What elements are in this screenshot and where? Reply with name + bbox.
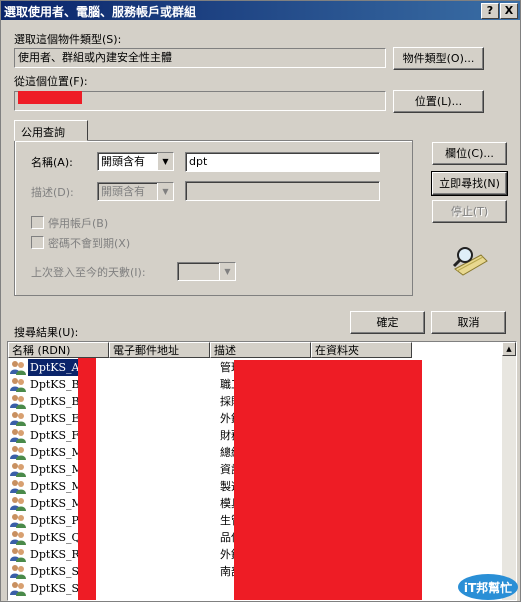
ok-button[interactable]: 確定 (350, 311, 425, 334)
user-group-icon (10, 412, 26, 426)
name-mode-value: 開頭含有 (101, 155, 145, 168)
redaction-block (78, 358, 96, 600)
user-group-icon (10, 446, 26, 460)
location-label: 從這個位置(F): (14, 75, 88, 88)
name-input[interactable]: dpt (185, 152, 380, 172)
title-bar: 選取使用者、電腦、服務帳戶或群組 ? X (1, 1, 520, 20)
column-header-description[interactable]: 描述 (210, 342, 311, 358)
close-button[interactable]: X (500, 3, 518, 19)
user-group-icon (10, 548, 26, 562)
chevron-down-icon[interactable]: ▼ (219, 263, 235, 280)
watermark-logo: iT邦幫忙 (458, 574, 518, 600)
non-expiring-password-label: 密碼不會到期(X) (48, 237, 131, 250)
name-label: 名稱(A): (31, 156, 73, 169)
description-input[interactable] (185, 181, 380, 201)
find-now-button[interactable]: 立即尋找(N) (431, 171, 508, 196)
column-header-email[interactable]: 電子郵件地址 (109, 342, 210, 358)
column-header-name[interactable]: 名稱 (RDN) (8, 342, 109, 358)
window-title: 選取使用者、電腦、服務帳戶或群組 (4, 5, 197, 19)
chevron-down-icon[interactable]: ▼ (157, 153, 173, 170)
user-group-icon (10, 480, 26, 494)
tab-common-queries[interactable]: 公用查詢 (14, 120, 88, 141)
user-group-icon (10, 378, 26, 392)
cancel-button[interactable]: 取消 (431, 311, 506, 334)
days-since-logon-select[interactable]: ▼ (177, 262, 236, 281)
disabled-accounts-checkbox[interactable] (31, 216, 44, 229)
days-since-logon-label: 上次登入至今的天數(I): (31, 266, 146, 279)
svg-text:iT邦幫忙: iT邦幫忙 (464, 580, 512, 595)
user-group-icon (10, 429, 26, 443)
object-type-label: 選取這個物件類型(S): (14, 33, 122, 46)
vertical-scrollbar[interactable]: ▲ (502, 342, 516, 600)
search-results-list: 名稱 (RDN) 電子郵件地址 描述 在資料夾 DptKS_Ad 管理 DptKS_… (7, 341, 517, 601)
help-button[interactable]: ? (481, 3, 499, 19)
user-group-icon (10, 531, 26, 545)
search-magnifier-icon (452, 247, 488, 276)
chevron-down-icon[interactable]: ▼ (157, 183, 173, 200)
user-group-icon (10, 395, 26, 409)
stop-button[interactable]: 停止(T) (432, 200, 507, 223)
scroll-up-arrow-icon[interactable]: ▲ (502, 342, 516, 356)
column-header-folder[interactable]: 在資料夾 (311, 342, 412, 358)
object-types-button[interactable]: 物件類型(O)... (393, 47, 484, 70)
user-group-icon (10, 497, 26, 511)
locations-button[interactable]: 位置(L)... (393, 90, 484, 113)
disabled-accounts-label: 停用帳戶(B) (48, 217, 109, 230)
columns-button[interactable]: 欄位(C)... (432, 142, 507, 165)
user-group-icon (10, 361, 26, 375)
object-type-field: 使用者、群組或內建安全性主體 (14, 48, 386, 68)
user-group-icon (10, 514, 26, 528)
description-mode-select[interactable]: 開頭含有 ▼ (97, 182, 174, 201)
redaction-block (18, 91, 82, 104)
description-label: 描述(D): (31, 186, 74, 199)
non-expiring-password-checkbox[interactable] (31, 236, 44, 249)
redaction-block (234, 360, 422, 600)
dialog-window: 選取使用者、電腦、服務帳戶或群組 ? X 選取這個物件類型(S): 使用者、群組… (0, 0, 521, 602)
search-results-label: 搜尋結果(U): (14, 326, 79, 339)
description-mode-value: 開頭含有 (101, 185, 145, 198)
user-group-icon (10, 565, 26, 579)
user-group-icon (10, 463, 26, 477)
user-group-icon (10, 582, 26, 596)
name-mode-select[interactable]: 開頭含有 ▼ (97, 152, 174, 171)
